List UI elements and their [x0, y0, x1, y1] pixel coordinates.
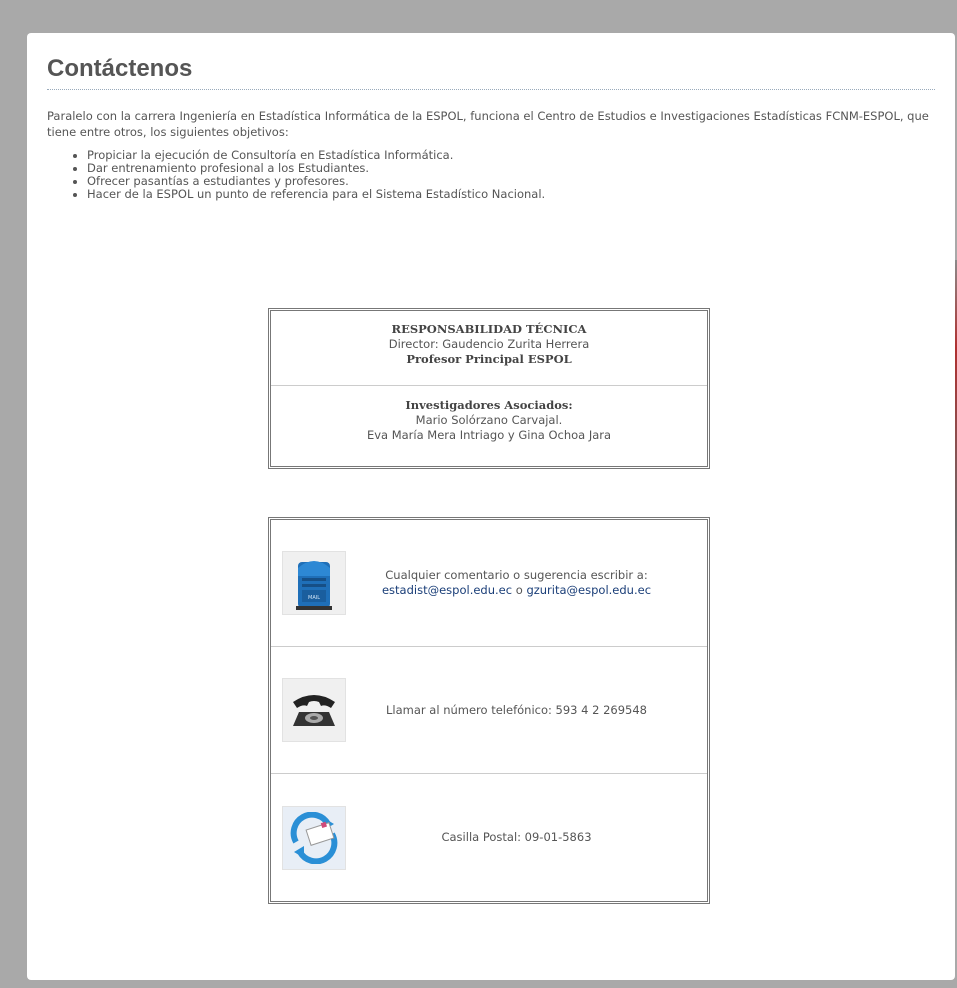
- telephone-icon: [282, 678, 346, 742]
- investigators-cell: Investigadores Asociados: Mario Solórzan…: [271, 386, 707, 466]
- email-separator: o: [515, 583, 523, 597]
- investigator-name: Eva María Mera Intriago y Gina Ochoa Jar…: [366, 428, 612, 442]
- content-panel: Contáctenos Paralelo con la carrera Inge…: [27, 33, 955, 980]
- responsibility-table: RESPONSABILIDAD TÉCNICA Director: Gauden…: [268, 308, 710, 469]
- contact-row-phone: Llamar al número telefónico: 593 4 2 269…: [271, 647, 707, 774]
- mail-instruction: Cualquier comentario o sugerencia escrib…: [385, 568, 648, 582]
- mailbox-icon: MAIL: [282, 551, 346, 615]
- objectives-list: Propiciar la ejecución de Consultoría en…: [47, 149, 935, 201]
- list-item: Hacer de la ESPOL un punto de referencia…: [87, 188, 935, 201]
- director-rank: Profesor Principal ESPOL: [406, 352, 572, 366]
- director-name: Director: Gaudencio Zurita Herrera: [388, 337, 590, 351]
- phone-text: Llamar al número telefónico: 593 4 2 269…: [386, 702, 647, 717]
- responsibility-cell: RESPONSABILIDAD TÉCNICA Director: Gauden…: [271, 311, 707, 386]
- intro-paragraph: Paralelo con la carrera Ingeniería en Es…: [47, 109, 929, 139]
- envelope-sync-icon: [282, 805, 346, 870]
- contact-row-postal: Casilla Postal: 09-01-5863: [271, 774, 707, 901]
- postal-text: Casilla Postal: 09-01-5863: [441, 830, 592, 844]
- contact-row-mail: MAIL Cualquier comentario o sugerencia e…: [271, 520, 707, 647]
- email-links: estadist@espol.edu.ec o gzurita@espol.ed…: [346, 583, 687, 598]
- svg-text:MAIL: MAIL: [308, 595, 320, 601]
- contact-table: MAIL Cualquier comentario o sugerencia e…: [268, 517, 710, 904]
- investigators-heading: Investigadores Asociados:: [405, 398, 573, 412]
- investigator-name: Mario Solórzano Carvajal.: [415, 413, 563, 427]
- email-link-estadist[interactable]: estadist@espol.edu.ec: [382, 583, 512, 597]
- page-title: Contáctenos: [47, 55, 935, 90]
- email-link-gzurita[interactable]: gzurita@espol.edu.ec: [526, 583, 651, 597]
- responsibility-heading: RESPONSABILIDAD TÉCNICA: [391, 322, 587, 336]
- mail-text-block: Cualquier comentario o sugerencia escrib…: [346, 568, 707, 598]
